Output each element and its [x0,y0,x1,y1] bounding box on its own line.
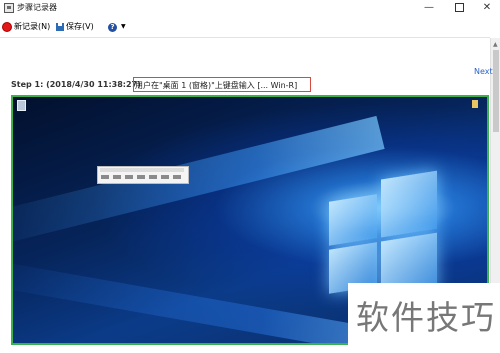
save-label: 保存(V) [66,22,94,31]
desktop-file-icon [472,100,478,108]
window-title: 步骤记录器 [17,3,57,12]
record-icon [2,21,12,32]
watermark-text: 软件技巧 [356,298,496,337]
minimize-button[interactable]: — [416,0,442,15]
toolbar-divider [0,37,490,38]
title-bar: 步骤记录器 — ✕ [0,0,500,15]
step-heading: Step 1: (2018/4/30 11:38:27) [11,80,141,89]
chevron-down-icon: ▼ [121,23,126,30]
help-dropdown-button[interactable]: ? ▼ [108,19,126,35]
new-record-label: 新记录(N) [14,22,51,31]
scroll-up-icon[interactable]: ▲ [493,41,498,48]
recorder-window-thumbnail [97,166,189,184]
scrollbar-thumb[interactable] [493,50,499,132]
maximize-button[interactable] [446,0,472,15]
maximize-icon [454,2,464,12]
next-step-link[interactable]: Next [474,67,493,76]
save-button[interactable]: 保存(V) [56,19,94,35]
step-description: 用户在"桌面 1 (窗格)"上键盘输入 [... Win-R] [133,77,311,92]
watermark: 软件技巧 [348,283,500,353]
save-icon [56,22,64,31]
close-button[interactable]: ✕ [474,0,500,15]
toolbar: 新记录(N) 保存(V) ? ▼ [0,18,500,36]
help-icon: ? [108,22,117,32]
recycle-bin-icon [17,100,26,111]
steps-recorder-app-icon [4,3,14,13]
new-record-button[interactable]: 新记录(N) [2,19,50,35]
